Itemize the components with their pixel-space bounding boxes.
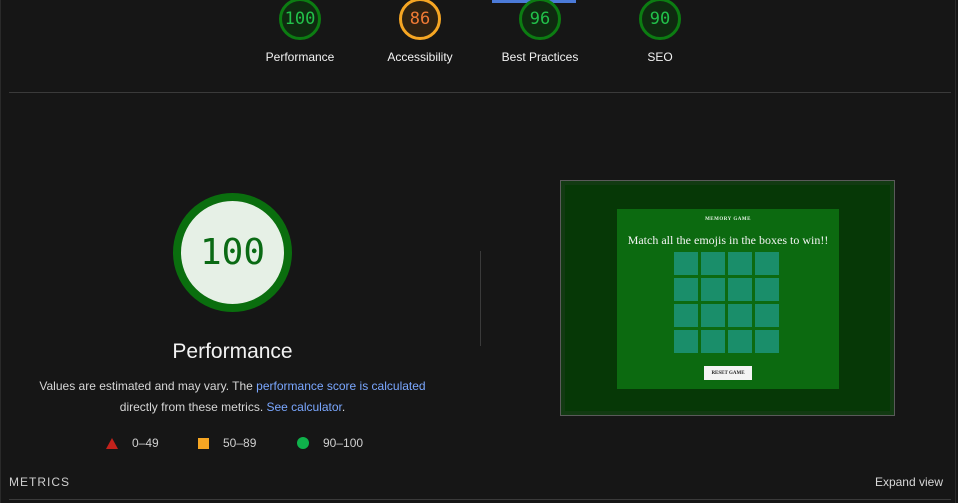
- metrics-divider: [9, 499, 951, 500]
- gauge-best-practices[interactable]: 96 Best Practices: [480, 0, 600, 64]
- legend-pass-range: 90–100: [323, 436, 364, 450]
- game-cell: [728, 252, 752, 275]
- gauge-accessibility-label: Accessibility: [387, 50, 453, 64]
- game-cell: [701, 252, 725, 275]
- game-cell: [674, 278, 698, 301]
- game-cell: [755, 304, 779, 327]
- section-separator: [480, 251, 481, 346]
- legend-average-range: 50–89: [223, 436, 257, 450]
- game-cell: [674, 330, 698, 353]
- legend-average: 50–89: [198, 436, 256, 450]
- game-cell: [701, 304, 725, 327]
- gauge-performance[interactable]: 100 Performance: [240, 0, 360, 64]
- legend-fail: 0–49: [106, 436, 159, 450]
- game-cell: [701, 278, 725, 301]
- performance-score-gauge: 100: [173, 193, 292, 312]
- gauge-seo[interactable]: 90 SEO: [600, 0, 720, 64]
- final-screenshot[interactable]: MEMORY GAME Match all the emojis in the …: [560, 180, 895, 416]
- performance-description: Values are estimated and may vary. The p…: [30, 376, 435, 418]
- header-divider: [9, 92, 951, 93]
- game-cell: [728, 304, 752, 327]
- game-cell: [674, 252, 698, 275]
- screenshot-background: MEMORY GAME Match all the emojis in the …: [565, 185, 890, 411]
- legend-fail-range: 0–49: [132, 436, 159, 450]
- reset-game-button: RESET GAME: [704, 366, 752, 380]
- game-cell: [755, 252, 779, 275]
- gauge-seo-score: 90: [639, 0, 681, 40]
- gauge-performance-label: Performance: [265, 50, 335, 64]
- legend-pass: 90–100: [297, 436, 363, 450]
- game-cell: [728, 330, 752, 353]
- metrics-heading: METRICS: [9, 475, 70, 489]
- game-cell: [755, 330, 779, 353]
- game-panel: MEMORY GAME Match all the emojis in the …: [617, 209, 839, 389]
- game-title: MEMORY GAME: [705, 217, 751, 222]
- game-grid: [674, 252, 781, 353]
- gauge-best-practices-score: 96: [519, 0, 561, 40]
- game-cell: [701, 330, 725, 353]
- gauge-accessibility[interactable]: 86 Accessibility: [360, 0, 480, 64]
- average-square-icon: [198, 437, 209, 449]
- expand-view-button[interactable]: Expand view: [875, 475, 943, 489]
- gauge-accessibility-score: 86: [399, 0, 441, 40]
- see-calculator-link[interactable]: See calculator: [266, 400, 341, 414]
- gauge-performance-score: 100: [279, 0, 321, 40]
- score-calculated-link[interactable]: performance score is calculated: [256, 379, 425, 393]
- fail-triangle-icon: [106, 437, 118, 449]
- pass-circle-icon: [297, 437, 309, 449]
- description-middle: directly from these metrics.: [119, 400, 267, 414]
- description-suffix: .: [341, 400, 346, 414]
- game-cell: [755, 278, 779, 301]
- game-cell: [674, 304, 698, 327]
- gauge-seo-label: SEO: [647, 50, 673, 64]
- performance-title: Performance: [172, 340, 293, 363]
- game-subtitle: Match all the emojis in the boxes to win…: [627, 233, 829, 247]
- description-prefix: Values are estimated and may vary. The: [39, 379, 257, 393]
- game-cell: [728, 278, 752, 301]
- gauge-best-practices-label: Best Practices: [501, 50, 579, 64]
